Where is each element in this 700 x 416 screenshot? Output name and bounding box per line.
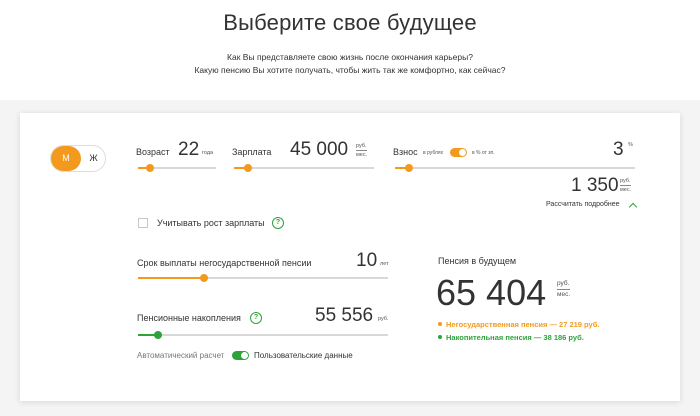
salary-growth-checkbox[interactable] — [138, 218, 148, 228]
future-pension-unit-bottom: мес. — [557, 289, 571, 298]
contribution-amount-value: 1 350 — [571, 175, 619, 196]
page-title: Выберите свое будущее — [223, 10, 477, 35]
legend-funded-text: Накопительная пенсия — 38 186 руб. — [446, 333, 584, 342]
contribution-slider-handle[interactable] — [405, 164, 413, 172]
future-pension-unit-top: руб. — [557, 280, 570, 287]
savings-unit: руб. — [378, 316, 389, 322]
payout-period-slider-track[interactable] — [138, 277, 388, 279]
payout-period-value[interactable]: 10 — [356, 250, 377, 272]
auto-calc-toggle[interactable] — [232, 351, 249, 360]
auto-calc-label[interactable]: Автоматический расчет — [137, 351, 224, 360]
salary-growth-label: Учитывать рост зарплаты — [157, 218, 265, 228]
custom-data-label[interactable]: Пользовательские данные — [254, 351, 353, 360]
legend-funded-pension: Накопительная пенсия — 38 186 руб. — [438, 333, 584, 342]
salary-slider-track[interactable] — [234, 167, 374, 169]
savings-slider-handle[interactable] — [154, 331, 162, 339]
legend-dot-green — [438, 335, 442, 340]
legend-nonstate-text: Негосударственная пенсия — 27 219 руб. — [446, 320, 600, 329]
payout-period-unit: лет — [380, 261, 389, 267]
legend-nonstate-pension: Негосударственная пенсия — 27 219 руб. — [438, 320, 599, 329]
age-slider-fill — [138, 167, 146, 169]
calculate-details-link[interactable]: Рассчитать подробнее — [546, 201, 620, 208]
contribution-rubles-option[interactable]: в рублях — [423, 150, 443, 156]
contribution-percent-unit: % — [628, 142, 633, 148]
contribution-slider-track[interactable] — [395, 167, 635, 169]
contribution-percent-value[interactable]: 3 — [613, 139, 624, 161]
salary-unit: руб. мес. — [356, 143, 368, 158]
salary-label: Зарплата — [232, 147, 272, 157]
payout-period-slider-fill — [138, 277, 206, 279]
contribution-mode-toggle[interactable] — [450, 148, 467, 157]
payout-period-slider-handle[interactable] — [200, 274, 208, 282]
payout-period-label: Срок выплаты негосударственной пенсии — [137, 258, 312, 268]
subtitle-line-1: Как Вы представляете свою жизнь после ок… — [227, 52, 473, 62]
savings-label: Пенсионные накопления — [137, 313, 241, 323]
age-value[interactable]: 22 — [178, 139, 199, 161]
contribution-label: Взнос — [393, 147, 418, 157]
age-slider-handle[interactable] — [146, 164, 154, 172]
salary-slider-handle[interactable] — [244, 164, 252, 172]
future-pension-label: Пенсия в будущем — [438, 256, 517, 266]
salary-growth-help-icon[interactable]: ? — [272, 217, 284, 229]
gender-male-button[interactable]: М — [51, 146, 81, 171]
age-unit: года — [202, 150, 214, 156]
salary-unit-top: руб. — [356, 143, 367, 149]
gender-switch[interactable]: М Ж — [50, 145, 106, 172]
future-pension-unit: руб. мес. — [557, 280, 571, 299]
savings-value[interactable]: 55 556 — [315, 305, 373, 327]
subtitle-line-2: Какую пенсию Вы хотите получать, чтобы ж… — [194, 65, 506, 75]
salary-value[interactable]: 45 000 — [290, 139, 348, 161]
savings-slider-track[interactable] — [138, 334, 388, 336]
legend-dot-orange — [438, 322, 442, 327]
contribution-amount-unit-bottom: мес. — [620, 185, 632, 193]
contribution-amount-unit-top: руб. — [620, 178, 631, 184]
salary-unit-bottom: мес. — [356, 150, 368, 158]
age-label: Возраст — [136, 147, 170, 157]
contribution-amount-unit: руб. мес. — [620, 178, 632, 193]
contribution-percent-option[interactable]: в % от зп. — [472, 150, 495, 156]
future-pension-value: 65 404 — [436, 272, 547, 313]
savings-help-icon[interactable]: ? — [250, 312, 262, 324]
gender-female-button[interactable]: Ж — [81, 146, 106, 171]
